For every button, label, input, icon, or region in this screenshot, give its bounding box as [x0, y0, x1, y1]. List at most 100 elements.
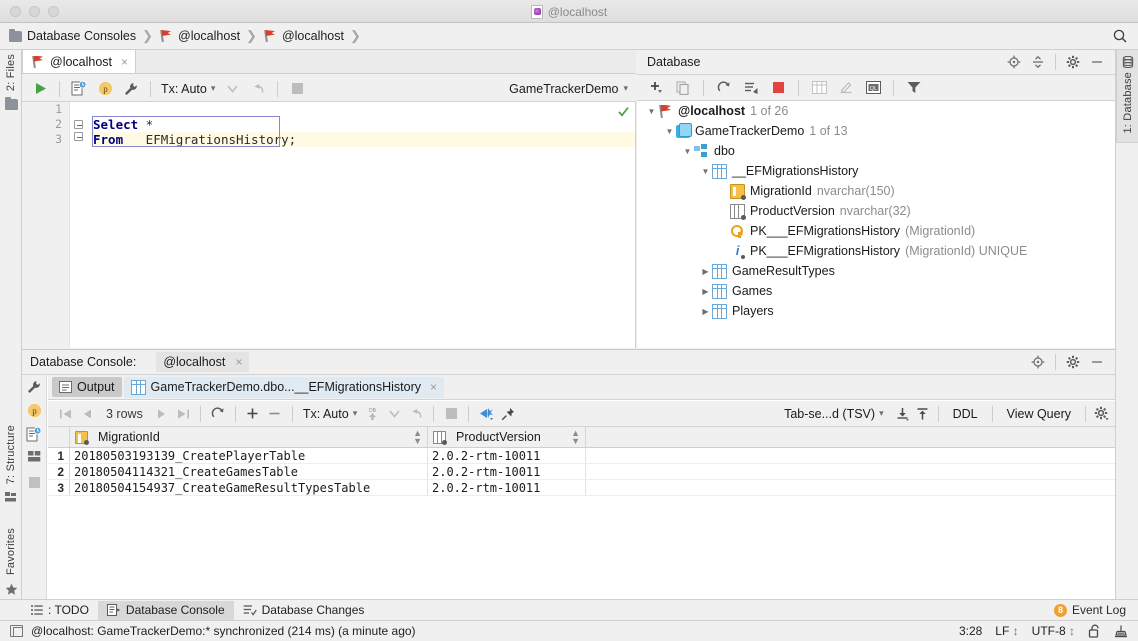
- fold-marker[interactable]: [74, 132, 83, 141]
- locate-icon[interactable]: [1026, 351, 1050, 373]
- copy-icon[interactable]: [671, 77, 695, 99]
- tool-window-database-changes[interactable]: Database Changes: [234, 601, 374, 620]
- tree-node[interactable]: PK___EFMigrationsHistory(MigrationId): [637, 221, 1115, 241]
- value-editor-icon[interactable]: [476, 404, 496, 424]
- grid-column-header-migrationid[interactable]: MigrationId ▲▼: [70, 427, 428, 447]
- caret-position[interactable]: 3:28: [959, 624, 982, 638]
- wrench-icon[interactable]: [27, 380, 41, 394]
- console-tab-localhost[interactable]: @localhost ×: [156, 352, 249, 372]
- table-cell-migrationid[interactable]: 20180504154937_CreateGameResultTypesTabl…: [70, 480, 428, 495]
- stop-icon[interactable]: [766, 77, 790, 99]
- table-cell-migrationid[interactable]: 20180503193139_CreatePlayerTable: [70, 448, 428, 463]
- sidebar-item-files[interactable]: 2: Files: [0, 54, 22, 110]
- submit-db-icon[interactable]: DB: [362, 404, 382, 424]
- result-tab-efmigrationshistory[interactable]: GameTrackerDemo.dbo...__EFMigrationsHist…: [124, 377, 444, 398]
- stop-icon[interactable]: [29, 477, 40, 488]
- delete-row-icon[interactable]: [265, 404, 285, 424]
- table-row[interactable]: 120180503193139_CreatePlayerTable2.0.2-r…: [48, 448, 1115, 464]
- result-grid-body[interactable]: 120180503193139_CreatePlayerTable2.0.2-r…: [48, 448, 1115, 496]
- run-icon[interactable]: [28, 78, 52, 100]
- unlocked-icon[interactable]: [1088, 624, 1101, 638]
- locate-icon[interactable]: [1002, 51, 1026, 73]
- chevron-right-icon[interactable]: ▶: [699, 267, 712, 276]
- tree-node[interactable]: MigrationIdnvarchar(150): [637, 181, 1115, 201]
- tree-node[interactable]: ▼__EFMigrationsHistory: [637, 161, 1115, 181]
- inspection-icon[interactable]: [1114, 624, 1128, 638]
- export-format-dropdown[interactable]: Tab-se...d (TSV) ▾: [775, 407, 893, 421]
- transaction-mode-dropdown[interactable]: Tx: Auto ▾: [158, 82, 218, 96]
- database-tree[interactable]: ▼@localhost1 of 26▼GameTrackerDemo1 of 1…: [637, 101, 1115, 348]
- first-page-icon[interactable]: [56, 404, 76, 424]
- chevron-right-icon[interactable]: ▶: [699, 307, 712, 316]
- encoding-selector[interactable]: UTF-8 ↕: [1032, 624, 1075, 638]
- breadcrumb-item-database-consoles[interactable]: Database Consoles: [9, 29, 136, 43]
- query-history-icon[interactable]: [26, 427, 42, 442]
- sidebar-item-favorites[interactable]: Favorites: [0, 528, 22, 596]
- close-icon[interactable]: ×: [117, 55, 128, 69]
- close-icon[interactable]: ×: [426, 380, 437, 394]
- maximize-window-button[interactable]: [48, 6, 59, 17]
- modify-icon[interactable]: [834, 77, 858, 99]
- minimize-window-button[interactable]: [29, 6, 40, 17]
- fold-column[interactable]: [70, 102, 90, 348]
- grid-column-header-productversion[interactable]: ProductVersion ▲▼: [428, 427, 586, 447]
- reload-icon[interactable]: [208, 404, 228, 424]
- tree-node[interactable]: ProductVersionnvarchar(32): [637, 201, 1115, 221]
- revert-icon[interactable]: [406, 404, 426, 424]
- sidebar-item-database[interactable]: 1: Database: [1116, 50, 1138, 143]
- stop-icon[interactable]: [441, 404, 461, 424]
- table-cell-productversion[interactable]: 2.0.2-rtm-10011: [428, 448, 586, 463]
- sidebar-item-structure[interactable]: 7: Structure: [0, 425, 22, 502]
- commit-icon[interactable]: [384, 404, 404, 424]
- result-transaction-dropdown[interactable]: Tx: Auto ▾: [300, 407, 360, 421]
- refresh-icon[interactable]: [712, 77, 736, 99]
- prev-page-icon[interactable]: [78, 404, 98, 424]
- next-page-icon[interactable]: [151, 404, 171, 424]
- table-row[interactable]: 320180504154937_CreateGameResultTypesTab…: [48, 480, 1115, 496]
- filter-icon[interactable]: [902, 77, 926, 99]
- pin-tab-icon[interactable]: [498, 404, 518, 424]
- settings-gear-icon[interactable]: [1091, 404, 1111, 424]
- last-page-icon[interactable]: [173, 404, 193, 424]
- sql-editor[interactable]: 1 2 3 Select * From __EFMigrationsHistor…: [22, 102, 636, 348]
- fold-marker[interactable]: [74, 120, 83, 129]
- sync-icon[interactable]: [739, 77, 763, 99]
- breadcrumb-item-localhost-1[interactable]: @localhost: [159, 29, 240, 43]
- chevron-down-icon[interactable]: ▼: [663, 127, 676, 136]
- sort-indicator-icon[interactable]: ▲▼: [571, 429, 580, 445]
- commit-icon[interactable]: [220, 78, 244, 100]
- stop-icon[interactable]: [285, 78, 309, 100]
- wrench-icon[interactable]: [119, 78, 143, 100]
- editor-tab-localhost[interactable]: @localhost ×: [22, 49, 136, 73]
- query-history-icon[interactable]: [67, 78, 91, 100]
- search-everywhere-icon[interactable]: [1112, 28, 1128, 44]
- console-icon[interactable]: QL: [861, 77, 885, 99]
- settings-gear-icon[interactable]: [1061, 351, 1085, 373]
- schema-selector[interactable]: GameTrackerDemo ▾: [509, 82, 628, 96]
- tree-node[interactable]: iPK___EFMigrationsHistory(MigrationId) U…: [637, 241, 1115, 261]
- table-editor-icon[interactable]: [807, 77, 831, 99]
- add-row-icon[interactable]: [243, 404, 263, 424]
- result-grid[interactable]: MigrationId ▲▼ ProductVersion ▲▼ 1201805…: [48, 427, 1115, 599]
- chevron-right-icon[interactable]: ▶: [699, 287, 712, 296]
- chevron-down-icon[interactable]: ▼: [681, 147, 694, 156]
- tree-node[interactable]: ▼@localhost1 of 26: [637, 101, 1115, 121]
- breadcrumb-item-localhost-2[interactable]: @localhost: [263, 29, 344, 43]
- code-area[interactable]: Select * From __EFMigrationsHistory;: [90, 102, 635, 348]
- toggle-sidebar-icon[interactable]: [10, 625, 23, 637]
- parameters-icon[interactable]: p: [93, 78, 117, 100]
- sort-indicator-icon[interactable]: ▲▼: [413, 429, 422, 445]
- tree-node[interactable]: ▶Players: [637, 301, 1115, 321]
- chevron-down-icon[interactable]: ▼: [645, 107, 658, 116]
- table-row[interactable]: 220180504114321_CreateGamesTable2.0.2-rt…: [48, 464, 1115, 480]
- line-separator-selector[interactable]: LF ↕: [995, 624, 1018, 638]
- tree-node[interactable]: ▼dbo: [637, 141, 1115, 161]
- tree-node[interactable]: ▶Games: [637, 281, 1115, 301]
- collapse-all-icon[interactable]: [1026, 51, 1050, 73]
- rollback-icon[interactable]: [246, 78, 270, 100]
- event-log-button[interactable]: 8 Event Log: [1054, 603, 1126, 617]
- minimize-icon[interactable]: [1085, 51, 1109, 73]
- table-cell-migrationid[interactable]: 20180504114321_CreateGamesTable: [70, 464, 428, 479]
- chevron-down-icon[interactable]: ▼: [699, 167, 712, 176]
- close-window-button[interactable]: [10, 6, 21, 17]
